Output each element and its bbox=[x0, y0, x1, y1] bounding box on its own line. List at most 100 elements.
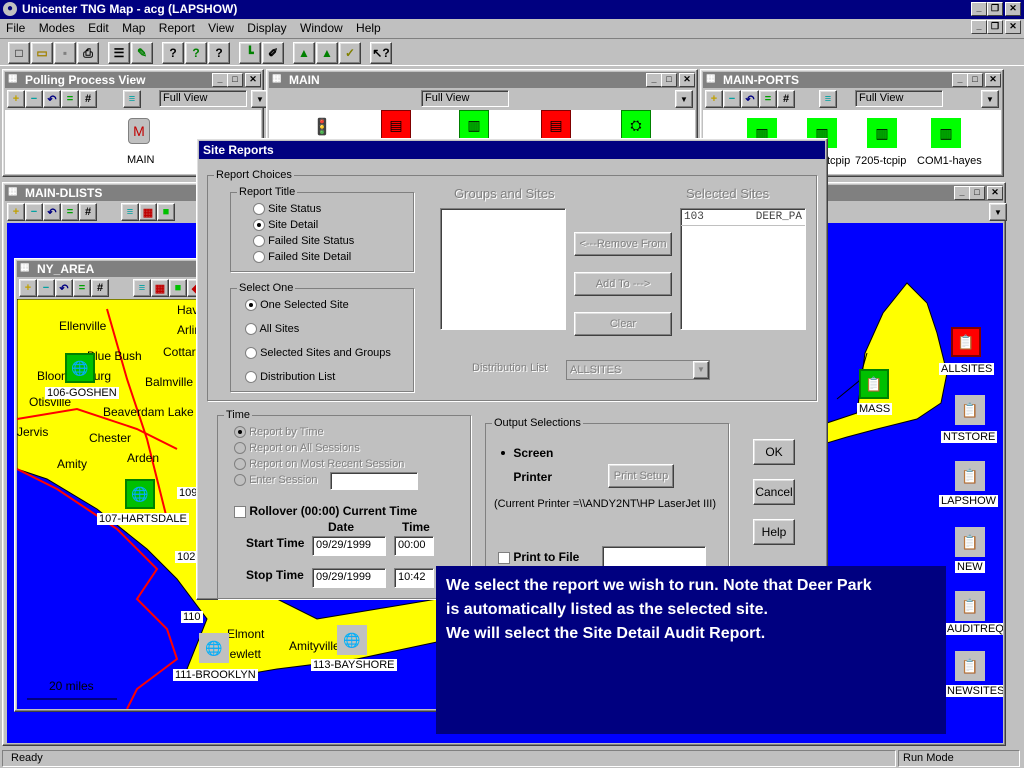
mdi-restore-button[interactable]: ❐ bbox=[987, 20, 1003, 34]
menu-display[interactable]: Display bbox=[247, 21, 286, 35]
network-icon[interactable]: ⛭ bbox=[621, 110, 651, 140]
equal-icon[interactable]: = bbox=[73, 279, 91, 297]
view-selector[interactable]: Full View bbox=[855, 90, 943, 107]
radio-site-status[interactable]: Site Status bbox=[253, 203, 321, 216]
query-node-icon[interactable]: ? bbox=[185, 42, 207, 64]
radio-report-by-time[interactable]: Report by Time bbox=[234, 426, 324, 439]
start-time-input[interactable]: 00:00 bbox=[394, 536, 434, 556]
site-icon[interactable]: 🌐 bbox=[337, 625, 367, 655]
paint-icon[interactable]: ✐ bbox=[262, 42, 284, 64]
main-close-button[interactable]: ✕ bbox=[679, 73, 695, 87]
view-selector[interactable]: Full View bbox=[159, 90, 247, 107]
undo-icon[interactable]: ↶ bbox=[43, 90, 61, 108]
clipboard-icon[interactable]: 📋 bbox=[951, 327, 981, 357]
whats-this-icon[interactable]: ↖? bbox=[370, 42, 392, 64]
equal-icon[interactable]: = bbox=[61, 90, 79, 108]
ports-close-button[interactable]: ✕ bbox=[985, 73, 1001, 87]
radio-distribution-list[interactable]: Distribution List bbox=[245, 371, 335, 384]
cancel-button[interactable]: Cancel bbox=[753, 479, 795, 505]
radio-failed-site-status[interactable]: Failed Site Status bbox=[253, 235, 354, 248]
mdi-close-button[interactable]: ✕ bbox=[1005, 20, 1021, 34]
remove-icon[interactable]: − bbox=[25, 90, 43, 108]
print-to-file-checkbox[interactable]: Print to File bbox=[498, 550, 579, 564]
grid-icon[interactable]: # bbox=[777, 90, 795, 108]
session-input[interactable] bbox=[330, 472, 418, 490]
radio-site-detail[interactable]: Site Detail bbox=[253, 219, 318, 232]
add-icon[interactable]: + bbox=[7, 90, 25, 108]
radio-enter-session[interactable]: Enter Session bbox=[234, 474, 318, 487]
clipboard-icon[interactable]: 📋 bbox=[955, 461, 985, 491]
remove-icon[interactable]: − bbox=[723, 90, 741, 108]
polling-maximize-button[interactable]: □ bbox=[227, 73, 243, 87]
radio-all-sessions[interactable]: Report on All Sessions bbox=[234, 442, 360, 455]
equal-icon[interactable]: = bbox=[61, 203, 79, 221]
color-icon[interactable]: ■ bbox=[169, 279, 187, 297]
palette-icon[interactable]: ▦ bbox=[151, 279, 169, 297]
radio-all-sites[interactable]: All Sites bbox=[245, 323, 299, 336]
stop-date-input[interactable]: 09/29/1999 bbox=[312, 568, 386, 588]
grid-icon[interactable]: # bbox=[79, 203, 97, 221]
radio-screen[interactable]: Screen bbox=[498, 446, 553, 460]
remove-icon[interactable]: − bbox=[25, 203, 43, 221]
port-icon[interactable]: ▥ bbox=[931, 118, 961, 148]
grid-icon[interactable]: # bbox=[91, 279, 109, 297]
palette-icon[interactable]: ▦ bbox=[139, 203, 157, 221]
color-icon[interactable]: ■ bbox=[157, 203, 175, 221]
clipboard-icon[interactable]: 📋 bbox=[955, 591, 985, 621]
add-to-button[interactable]: Add To ---> bbox=[574, 272, 672, 296]
radio-printer[interactable]: Printer bbox=[498, 470, 552, 484]
rollover-checkbox[interactable]: Rollover (00:00) Current Time bbox=[234, 504, 417, 518]
close-button[interactable]: ✕ bbox=[1005, 2, 1021, 16]
radio-failed-site-detail[interactable]: Failed Site Detail bbox=[253, 251, 351, 264]
start-date-input[interactable]: 09/29/1999 bbox=[312, 536, 386, 556]
new-icon[interactable]: □ bbox=[8, 42, 30, 64]
groups-and-sites-list[interactable] bbox=[440, 208, 566, 330]
menu-modes[interactable]: Modes bbox=[39, 21, 75, 35]
check-icon[interactable]: ✓ bbox=[339, 42, 361, 64]
distribution-list-select[interactable]: ALLSITES ▼ bbox=[566, 360, 710, 380]
undo-icon[interactable]: ↶ bbox=[55, 279, 73, 297]
properties-icon[interactable]: ☰ bbox=[108, 42, 130, 64]
add-icon[interactable]: + bbox=[7, 203, 25, 221]
alert-icon[interactable]: ▲ bbox=[293, 42, 315, 64]
server-alert-icon[interactable]: ▤ bbox=[381, 110, 411, 140]
query-icon[interactable]: ? bbox=[162, 42, 184, 64]
list-icon[interactable]: ≡ bbox=[133, 279, 151, 297]
site-icon[interactable]: 🌐 bbox=[125, 479, 155, 509]
print-setup-button[interactable]: Print Setup bbox=[608, 464, 674, 488]
undo-icon[interactable]: ↶ bbox=[741, 90, 759, 108]
open-icon[interactable]: ▭ bbox=[31, 42, 53, 64]
radio-selected-sites-groups[interactable]: Selected Sites and Groups bbox=[245, 347, 391, 360]
dlists-minimize-button[interactable]: _ bbox=[954, 186, 970, 200]
ok-button[interactable]: OK bbox=[753, 439, 795, 465]
remove-from-button[interactable]: <---Remove From bbox=[574, 232, 672, 256]
site-icon[interactable]: 📋 bbox=[859, 369, 889, 399]
print-file-input[interactable] bbox=[602, 546, 706, 568]
alert-alt-icon[interactable]: ▲ bbox=[316, 42, 338, 64]
stop-time-input[interactable]: 10:42 bbox=[394, 568, 434, 588]
edit-icon[interactable]: ✎ bbox=[131, 42, 153, 64]
dlists-maximize-button[interactable]: □ bbox=[969, 186, 985, 200]
site-icon[interactable]: 🌐 bbox=[199, 633, 229, 663]
list-icon[interactable]: ≡ bbox=[121, 203, 139, 221]
radio-recent-session[interactable]: Report on Most Recent Session bbox=[234, 458, 404, 471]
document-alert-icon[interactable]: ▤ bbox=[541, 110, 571, 140]
main-minimize-button[interactable]: _ bbox=[646, 73, 662, 87]
restore-button[interactable]: ❐ bbox=[987, 2, 1003, 16]
view-selector[interactable]: Full View bbox=[421, 90, 509, 107]
menu-view[interactable]: View bbox=[208, 21, 234, 35]
scroll-down-icon[interactable]: ▼ bbox=[675, 90, 693, 108]
minimize-button[interactable]: _ bbox=[971, 2, 987, 16]
clipboard-icon[interactable]: 📋 bbox=[955, 527, 985, 557]
undo-icon[interactable]: ↶ bbox=[43, 203, 61, 221]
clipboard-icon[interactable]: 📋 bbox=[955, 395, 985, 425]
menu-help[interactable]: Help bbox=[356, 21, 381, 35]
list-icon[interactable]: ≡ bbox=[123, 90, 141, 108]
scroll-down-icon[interactable]: ▼ bbox=[981, 90, 999, 108]
equal-icon[interactable]: = bbox=[759, 90, 777, 108]
polling-minimize-button[interactable]: _ bbox=[212, 73, 228, 87]
polling-close-button[interactable]: ✕ bbox=[245, 73, 261, 87]
menu-window[interactable]: Window bbox=[300, 21, 343, 35]
menu-map[interactable]: Map bbox=[122, 21, 145, 35]
ports-maximize-button[interactable]: □ bbox=[967, 73, 983, 87]
